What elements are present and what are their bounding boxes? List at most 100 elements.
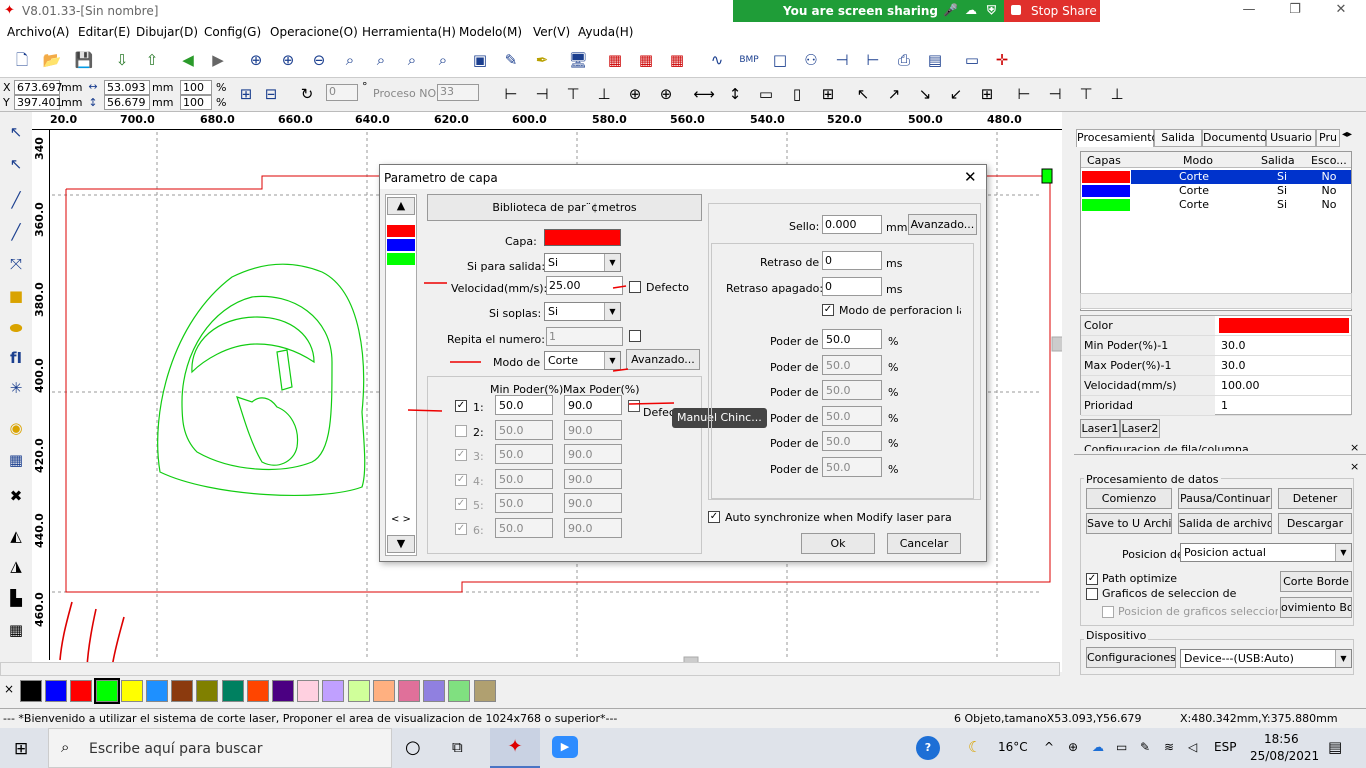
laser-min-input[interactable]: 50.0: [495, 468, 553, 489]
tab-documento[interactable]: Documento: [1202, 129, 1267, 147]
palette-swatch[interactable]: [196, 680, 219, 702]
zoom-page-icon[interactable]: ⌕: [338, 48, 362, 72]
laser-app-taskbar-icon[interactable]: ✦: [490, 728, 540, 768]
polyline-icon[interactable]: ╱: [4, 220, 28, 244]
mirror-h-icon[interactable]: ◭: [4, 524, 28, 548]
zoom-window-icon[interactable]: ⌕: [400, 48, 424, 72]
array-icon[interactable]: ▦: [4, 618, 28, 642]
zoom-out-icon[interactable]: ⊖: [307, 48, 331, 72]
position-select[interactable]: Posicion actual ▼: [1180, 543, 1352, 562]
pen-icon[interactable]: ✒: [530, 48, 554, 72]
align-vcenter-icon[interactable]: ⊕: [623, 82, 647, 106]
width-input[interactable]: 53.093: [104, 80, 150, 95]
text-tool-icon[interactable]: fI: [4, 346, 28, 370]
laser-max-input[interactable]: 90.0: [564, 493, 622, 513]
download-button[interactable]: Descargar: [1278, 513, 1352, 534]
rect-tool-icon[interactable]: ■: [4, 284, 28, 308]
palette-swatch[interactable]: [20, 680, 42, 702]
tab-salida[interactable]: Salida: [1154, 129, 1202, 147]
clock-time[interactable]: 18:56: [1264, 732, 1299, 746]
rectangle-icon[interactable]: □: [768, 48, 792, 72]
menu-dibujar[interactable]: Dibujar(D): [136, 25, 198, 39]
import-icon[interactable]: ⇩: [110, 48, 134, 72]
poder-input[interactable]: 50.0: [822, 329, 882, 349]
same-width-icon[interactable]: ⟷: [692, 82, 716, 106]
configuraciones-button[interactable]: Configuraciones: [1086, 647, 1176, 668]
point-tool-icon[interactable]: ✳: [4, 376, 28, 400]
layer-array-icon[interactable]: ▦: [665, 48, 689, 72]
menu-herramienta[interactable]: Herramienta(H): [362, 25, 456, 39]
laser-max-input[interactable]: 90.0: [564, 395, 622, 415]
network-icon[interactable]: ≋: [1164, 740, 1174, 754]
palette-swatch[interactable]: [93, 678, 120, 704]
redo-icon[interactable]: ▶: [206, 48, 230, 72]
corte-borde-button[interactable]: Corte Borde: [1280, 571, 1352, 592]
prop-value[interactable]: 30.0: [1221, 359, 1246, 372]
zoom-select-icon[interactable]: ⌕: [369, 48, 393, 72]
laser-min-input[interactable]: 50.0: [495, 419, 553, 440]
align-top-icon[interactable]: ⊤: [561, 82, 585, 106]
volume-icon[interactable]: ◁: [1188, 740, 1197, 754]
monitor-icon[interactable]: 🖥: [566, 48, 590, 72]
laser-tool-icon[interactable]: ▙: [4, 586, 28, 610]
scale-h-input[interactable]: 100: [180, 95, 212, 110]
export-icon[interactable]: ⇧: [140, 48, 164, 72]
menu-ayuda[interactable]: Ayuda(H): [578, 25, 633, 39]
scale-w-input[interactable]: 100: [180, 80, 212, 95]
palette-swatch[interactable]: [372, 680, 395, 702]
laser-min-input[interactable]: 50.0: [495, 517, 553, 538]
align-bottom-icon[interactable]: ⊥: [592, 82, 616, 106]
laser-enable-checkbox[interactable]: [455, 424, 467, 437]
menu-archivo[interactable]: Archivo(A): [7, 25, 69, 39]
prop-value[interactable]: 100.00: [1221, 379, 1260, 392]
windows-start-icon[interactable]: ⊞: [14, 739, 28, 759]
zoom-in-icon[interactable]: ⊕: [276, 48, 300, 72]
minimize-icon[interactable]: —: [1226, 2, 1272, 20]
center-icon[interactable]: ⊞: [975, 82, 999, 106]
prop-color-swatch[interactable]: [1219, 318, 1349, 333]
laser-max-input[interactable]: 90.0: [564, 419, 622, 440]
start-button[interactable]: Comienzo: [1086, 488, 1172, 509]
layer-row[interactable]: Corte Si No: [1081, 184, 1351, 198]
dist-right-icon[interactable]: ⊣: [1043, 82, 1067, 106]
new-file-icon[interactable]: 🗋: [10, 48, 34, 72]
frame-icon[interactable]: ▣: [468, 48, 492, 72]
tab-scroll-icon[interactable]: ◂▸: [1342, 129, 1352, 140]
menu-operaciones[interactable]: Operacione(O): [270, 25, 358, 39]
grid-icon[interactable]: ▦: [4, 448, 28, 472]
menu-modelo[interactable]: Modelo(M): [459, 25, 522, 39]
dist-bottom-icon[interactable]: ⊥: [1105, 82, 1129, 106]
menu-editar[interactable]: Editar(E): [78, 25, 130, 39]
spacing-icon[interactable]: ▯: [785, 82, 809, 106]
zoom-all-icon[interactable]: ⌕: [431, 48, 455, 72]
laser-enable-checkbox[interactable]: ✓: [455, 449, 467, 461]
stop-button[interactable]: Detener: [1278, 488, 1352, 509]
close-panel-icon[interactable]: ×: [1350, 441, 1359, 454]
palette-swatch[interactable]: [272, 680, 294, 702]
laser-max-input[interactable]: 90.0: [564, 468, 622, 489]
palette-swatch[interactable]: [171, 680, 194, 702]
pos-graficos-checkbox[interactable]: [1102, 606, 1114, 618]
bitmap-icon[interactable]: ✎: [499, 48, 523, 72]
movimiento-borde-button[interactable]: ovimiento Bord: [1280, 597, 1352, 618]
center-page-icon[interactable]: ⊞: [816, 82, 840, 106]
pause-button[interactable]: Pausa/Continuar: [1178, 488, 1272, 509]
laser-enable-checkbox[interactable]: ✓: [455, 522, 467, 535]
line-icon[interactable]: ╱: [4, 188, 28, 212]
curve-tool-icon[interactable]: ⤧: [4, 252, 28, 276]
palette-swatch[interactable]: [221, 680, 244, 702]
graficos-checkbox[interactable]: [1086, 588, 1098, 600]
layer-row[interactable]: Corte Si No: [1081, 198, 1351, 212]
clock-date[interactable]: 25/08/2021: [1250, 749, 1319, 763]
close-icon[interactable]: ✕: [1318, 2, 1364, 20]
bmp-icon[interactable]: BMP: [737, 48, 761, 72]
lock-ratio-icon[interactable]: ⊞: [234, 82, 258, 106]
palette-swatch[interactable]: [398, 680, 420, 702]
distribute-icon[interactable]: ⊢: [861, 48, 885, 72]
poder-input[interactable]: 50.0: [822, 405, 882, 426]
align-left-icon[interactable]: ⊢: [499, 82, 523, 106]
layer-scrollbar[interactable]: [1080, 293, 1352, 309]
cortana-icon[interactable]: ○: [405, 737, 421, 758]
align-icon[interactable]: ⊣: [830, 48, 854, 72]
tray-arrow-icon[interactable]: ^: [1044, 740, 1054, 754]
